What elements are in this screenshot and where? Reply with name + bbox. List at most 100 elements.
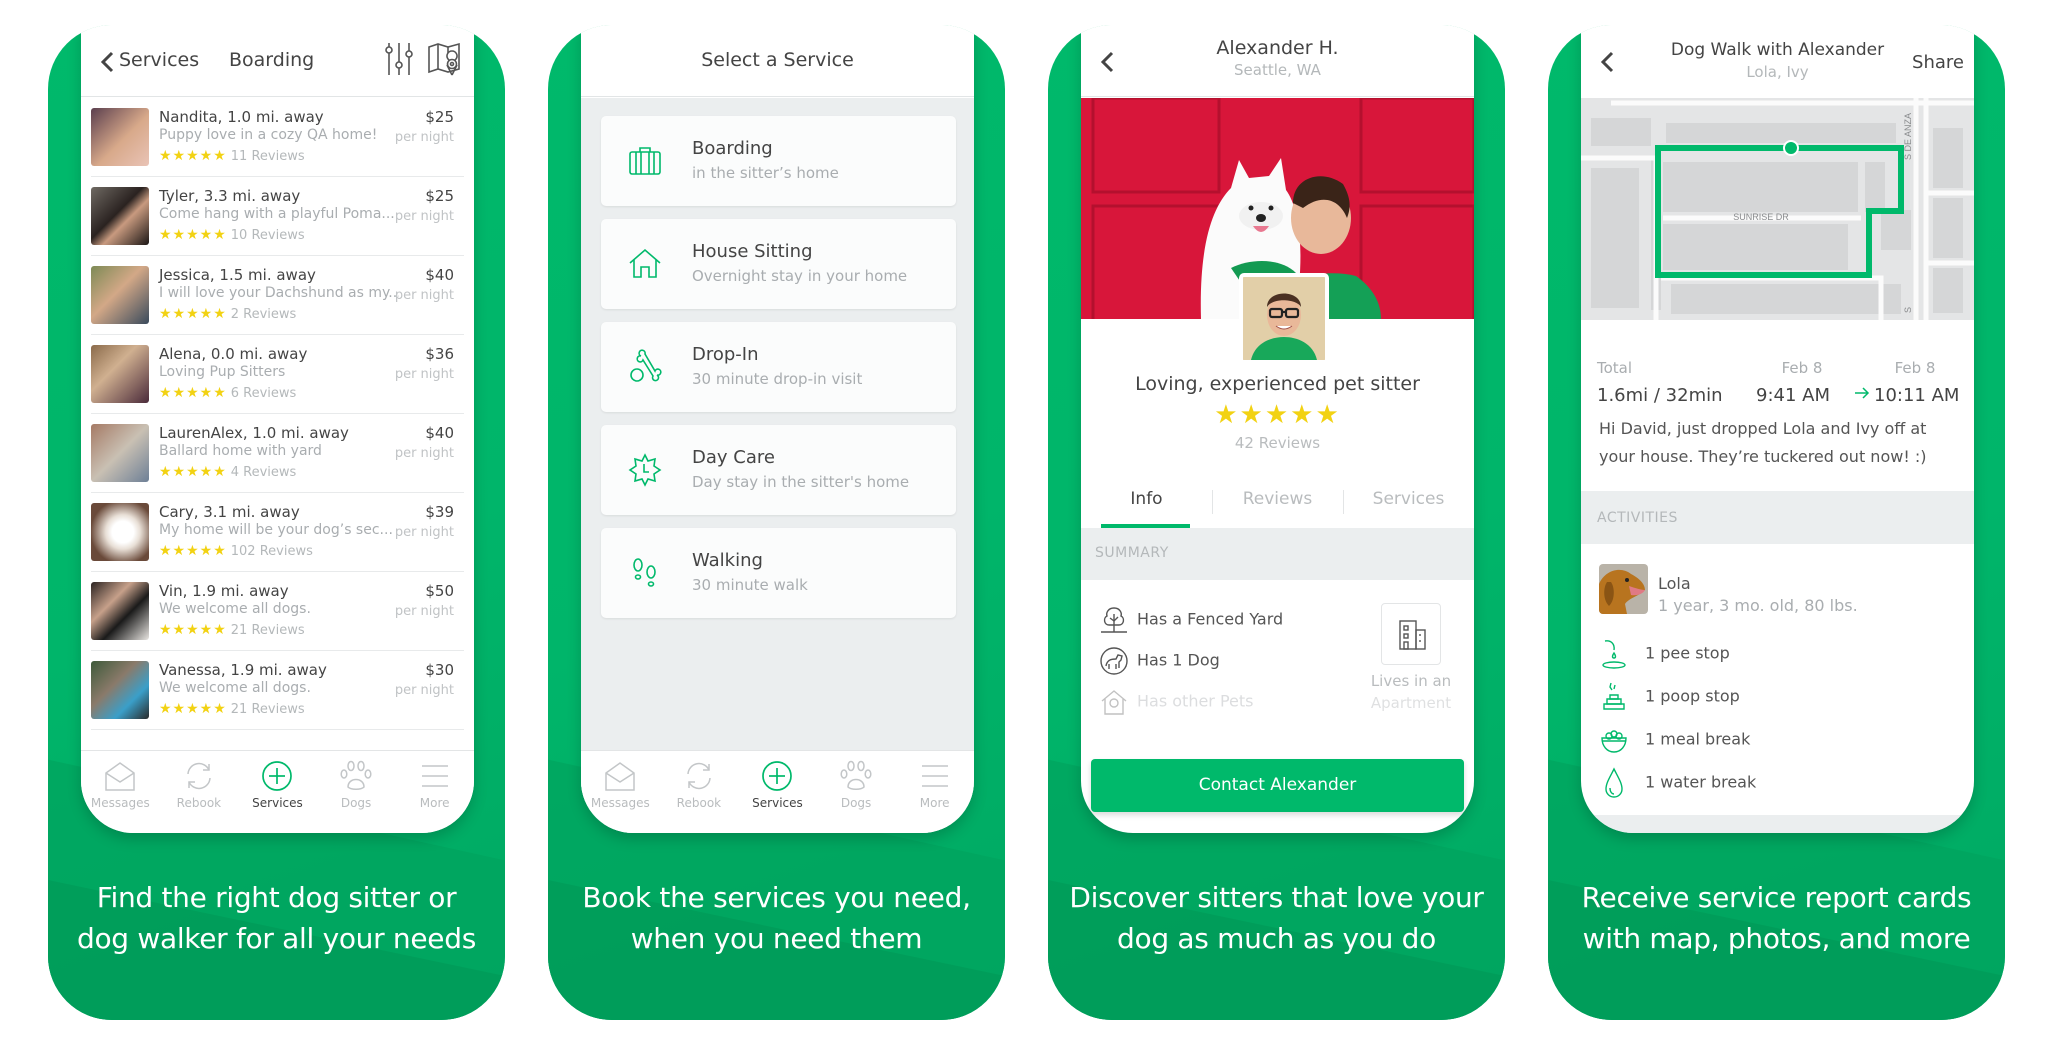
tab-more[interactable]: More: [895, 751, 974, 833]
caption-line: Receive service report cards: [1581, 881, 1972, 914]
back-label[interactable]: Services: [119, 49, 199, 71]
sitter-portrait: [1243, 277, 1325, 360]
tab-reviews[interactable]: Reviews: [1212, 484, 1343, 528]
envelope-icon: [105, 762, 136, 791]
total-value: 1.6mi / 32min: [1597, 385, 1723, 406]
service-card-walking[interactable]: Walking 30 minute walk: [601, 528, 956, 618]
stars: ★★★★★: [159, 306, 227, 322]
sitter-tagline: Puppy love in a cozy QA home!: [159, 127, 378, 143]
tab-label: Messages: [90, 796, 150, 810]
paw-icon: [340, 760, 372, 790]
feature-label: Has a Fenced Yard: [1137, 609, 1284, 629]
review-count: 11 Reviews: [230, 149, 305, 164]
tab-dogs[interactable]: Dogs: [317, 751, 396, 833]
stars: ★★★★★: [159, 464, 227, 480]
sitter-tagline: Loving Pup Sitters: [159, 364, 286, 380]
service-name: Boarding: [692, 138, 773, 159]
sitter-name: Vin, 1.9 mi. away: [159, 582, 289, 600]
activity-label: 1 meal break: [1645, 729, 1751, 749]
tab-messages[interactable]: Messages: [581, 751, 660, 833]
sitter-price: $25: [425, 187, 454, 205]
tab-services[interactable]: Services: [738, 751, 817, 833]
caption-line: Find the right dog sitter or: [96, 881, 457, 914]
activity-item: 1 pee stop: [1599, 638, 1730, 670]
service-card-day-care[interactable]: Day Care Day stay in the sitter's home: [601, 425, 956, 515]
tab-rebook[interactable]: Rebook: [160, 751, 239, 833]
page-title: Boarding: [229, 49, 315, 71]
marketing-caption: Book the services you need, when you nee…: [548, 877, 1005, 959]
sitter-row[interactable]: Cary, 3.1 mi. away My home will be your …: [91, 493, 464, 572]
sitter-avatar: [91, 503, 149, 561]
contact-button[interactable]: Contact Alexander: [1091, 759, 1464, 812]
start-date: Feb 8: [1781, 359, 1823, 377]
sitter-name: Cary, 3.1 mi. away: [159, 503, 300, 521]
sitter-price: $40: [425, 266, 454, 284]
sitter-name: Vanessa, 1.9 mi. away: [159, 661, 327, 679]
tab-services[interactable]: Services: [238, 751, 317, 833]
service-card-boarding[interactable]: Boarding in the sitter’s home: [601, 116, 956, 206]
sitter-row[interactable]: Alena, 0.0 mi. away Loving Pup Sitters ★…: [91, 335, 464, 414]
sitter-row[interactable]: Vanessa, 1.9 mi. away We welcome all dog…: [91, 651, 464, 730]
caption-line: dog walker for all your needs: [76, 922, 476, 955]
sitter-tagline: My home will be your dog’s sec...: [159, 522, 393, 538]
caption-line: Discover sitters that love your: [1069, 881, 1484, 914]
service-name: Day Care: [692, 447, 775, 468]
stars: ★★★★★: [159, 701, 227, 717]
poop-icon: [1603, 682, 1625, 710]
activity-label: 1 pee stop: [1645, 643, 1730, 663]
tab-rebook[interactable]: Rebook: [660, 751, 739, 833]
apartment-building-icon: [1399, 620, 1426, 650]
sitter-price: $50: [425, 582, 454, 600]
home-type-line: Lives in an: [1370, 672, 1452, 690]
sitter-price: $40: [425, 424, 454, 442]
map-street-label: S DE ANZA: [1903, 113, 1913, 160]
service-list: Boarding in the sitter’s home House Sitt…: [581, 98, 974, 833]
tab-dogs[interactable]: Dogs: [817, 751, 896, 833]
stars: ★★★★★: [159, 543, 227, 559]
start-time: 9:41 AM: [1756, 385, 1830, 406]
home-type-badge: [1381, 603, 1441, 665]
filter-button[interactable]: [381, 39, 417, 79]
sitter-row[interactable]: Vin, 1.9 mi. away We welcome all dogs. ★…: [91, 572, 464, 651]
tab-label: More: [919, 796, 950, 810]
map-view-button[interactable]: [426, 39, 462, 79]
feature-fenced-yard: Has a Fenced Yard: [1099, 605, 1283, 635]
tab-messages[interactable]: Messages: [81, 751, 160, 833]
panel-book-services: Select a Service Boarding in the sitter’…: [548, 25, 1005, 1020]
sitter-row[interactable]: Nandita, 1.0 mi. away Puppy love in a co…: [91, 98, 464, 177]
sitter-row[interactable]: LaurenAlex, 1.0 mi. away Ballard home wi…: [91, 414, 464, 493]
sitter-location: Seattle, WA: [1234, 61, 1321, 79]
price-unit: per night: [394, 367, 454, 382]
share-button[interactable]: Share: [1912, 52, 1964, 73]
sitter-message: Hi David, just dropped Lola and Ivy off …: [1599, 419, 1927, 466]
sitter-row[interactable]: Jessica, 1.5 mi. away I will love your D…: [91, 256, 464, 335]
tab-label: Dogs: [340, 796, 372, 810]
sitter-price: $39: [425, 503, 454, 521]
service-card-drop-in[interactable]: Drop-In 30 minute drop-in visit: [601, 322, 956, 412]
service-card-house-sitting[interactable]: House Sitting Overnight stay in your hom…: [601, 219, 956, 309]
total-label: Total: [1597, 359, 1633, 377]
service-desc: 30 minute walk: [692, 576, 808, 594]
activity-item: 1 water break: [1599, 767, 1756, 799]
pee-icon: [1602, 640, 1626, 669]
review-count[interactable]: 42 Reviews: [1081, 434, 1474, 452]
tab-more[interactable]: More: [395, 751, 474, 833]
map-street-label: S: [1903, 307, 1913, 313]
summary-section-header: SUMMARY: [1081, 528, 1474, 580]
back-button[interactable]: [95, 47, 121, 77]
sitter-row[interactable]: Tyler, 3.3 mi. away Come hang with a pla…: [91, 177, 464, 256]
stars: ★★★★★: [159, 227, 227, 243]
map-pin-icon: [428, 42, 460, 76]
map-canvas: SUNRISE DR S DE ANZA S: [1581, 98, 1974, 320]
envelope-icon: [605, 762, 636, 791]
star-rating: ★★★★★ 21 Reviews: [159, 701, 305, 717]
tab-label: Services: [752, 796, 803, 810]
walk-route-map[interactable]: SUNRISE DR S DE ANZA S: [1581, 98, 1974, 320]
tab-info[interactable]: Info: [1081, 484, 1212, 528]
stars: ★★★★★: [159, 385, 227, 401]
sitter-price: $25: [425, 108, 454, 126]
star-rating: ★★★★★ 10 Reviews: [159, 227, 305, 243]
tab-label: Services: [252, 796, 303, 810]
tab-services[interactable]: Services: [1343, 484, 1474, 528]
end-date: Feb 8: [1894, 359, 1936, 377]
